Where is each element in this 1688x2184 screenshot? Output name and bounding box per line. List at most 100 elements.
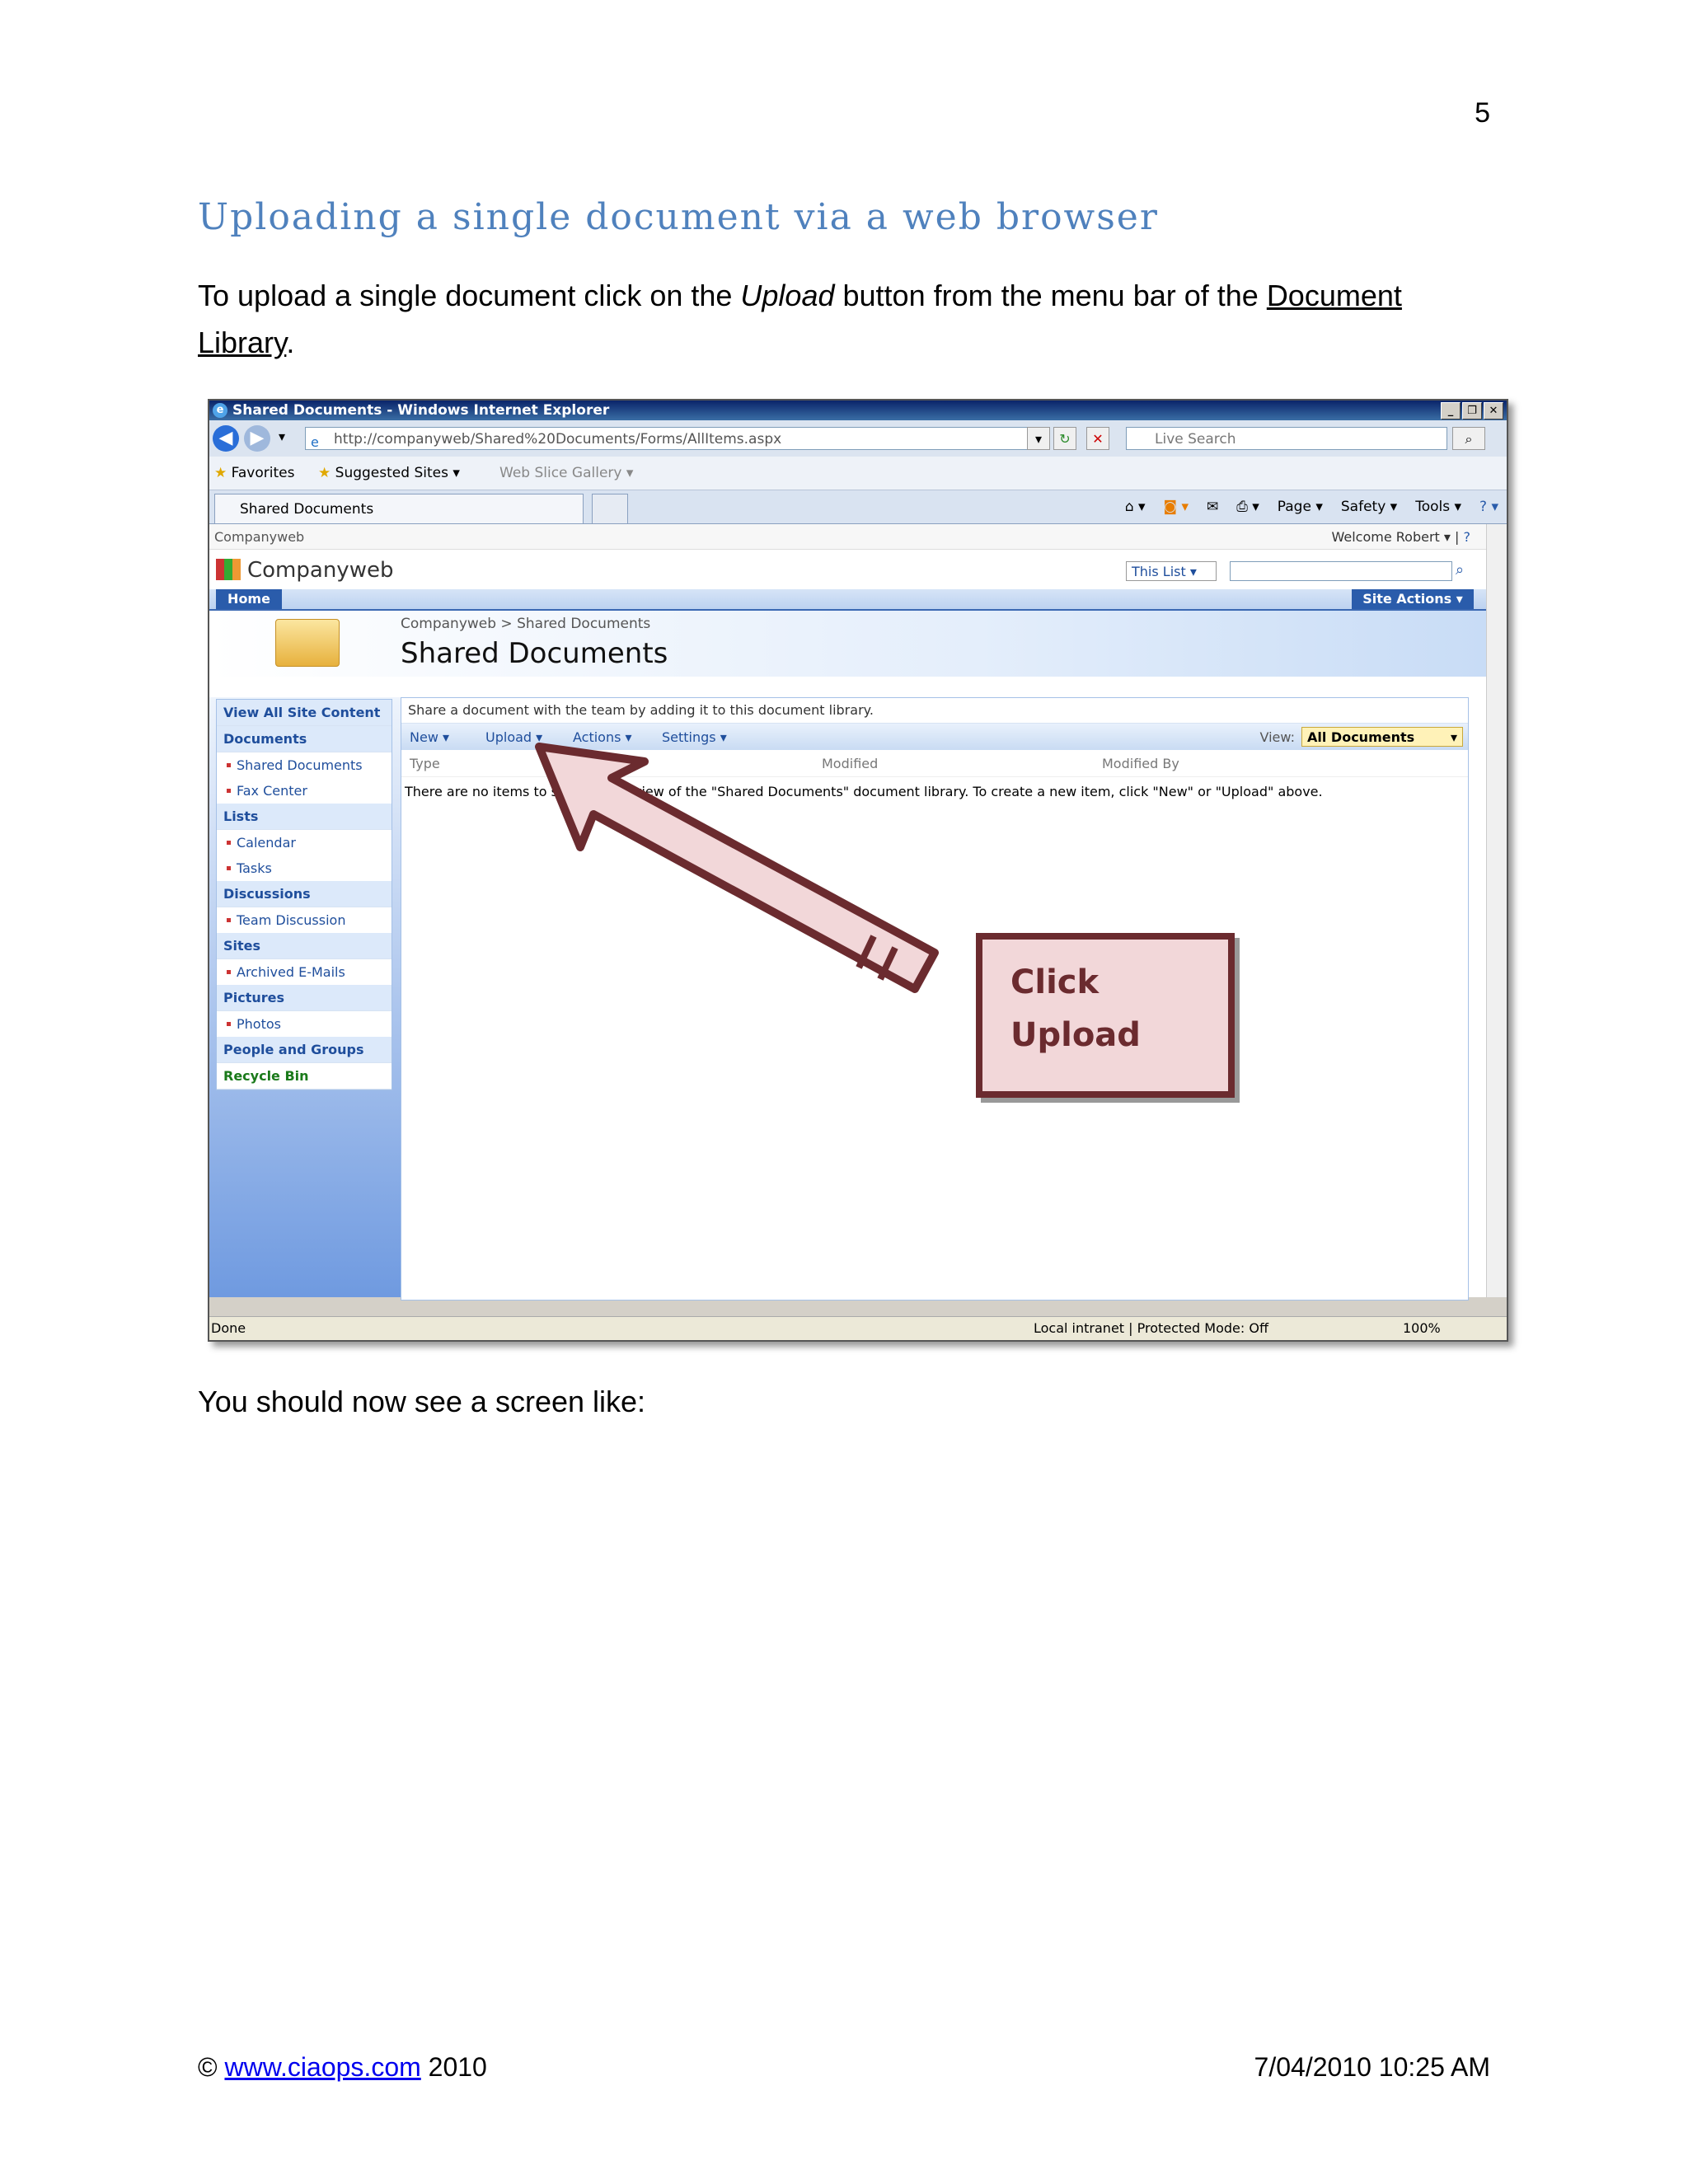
refresh-icon[interactable]: ↻: [1053, 427, 1076, 450]
quick-launch-item[interactable]: Fax Center: [217, 778, 392, 804]
mail-icon[interactable]: ✉: [1207, 499, 1218, 515]
favorites-label: Favorites: [231, 465, 295, 481]
col-type[interactable]: Type: [410, 756, 440, 771]
search-scope-select[interactable]: This List ▾: [1126, 561, 1217, 581]
page-title: Shared Documents: [401, 637, 668, 670]
intro-text-2: button from the menu bar of the: [834, 279, 1267, 312]
sp-help-icon[interactable]: ?: [1464, 529, 1471, 545]
safety-menu[interactable]: Safety ▾: [1341, 499, 1397, 515]
tab-shared-documents[interactable]: Shared Documents: [214, 494, 584, 523]
live-search-input[interactable]: Live Search: [1126, 427, 1447, 450]
sp-search-input[interactable]: [1230, 561, 1452, 581]
help-icon[interactable]: ? ▾: [1479, 499, 1498, 515]
favorites-bar: ★ Favorites ★ Suggested Sites ▾ Web Slic…: [209, 457, 1507, 490]
add-favorite-icon: ★: [318, 465, 331, 481]
command-bar: ⌂ ▾ ◙ ▾ ✉ ⎙ ▾ Page ▾ Safety ▾ Tools ▾ ? …: [1125, 499, 1498, 515]
zoom-level[interactable]: 100%: [1403, 1317, 1441, 1340]
search-icon[interactable]: ⌕: [1452, 427, 1485, 450]
restore-button[interactable]: ❐: [1462, 402, 1482, 419]
quick-launch-item[interactable]: Discussions: [217, 881, 392, 907]
quick-launch: View All Site Content Documents Shared Doc…: [216, 699, 392, 1090]
close-window-button[interactable]: ✕: [1484, 402, 1503, 419]
top-site-link[interactable]: Companyweb: [214, 529, 304, 545]
footer-year: 2010: [428, 2052, 487, 2082]
callout-text: Click Upload: [1010, 956, 1141, 1062]
section-heading: Uploading a single document via a web br…: [198, 196, 1159, 238]
sharepoint-page: Companyweb Welcome Robert ▾ | ? Companyw…: [209, 524, 1487, 1301]
feeds-icon[interactable]: ◙ ▾: [1164, 499, 1189, 515]
upload-menu[interactable]: Upload ▾: [485, 729, 542, 745]
address-row: ◀ ▶ ▾ e http://companyweb/Shared%20Docume…: [209, 420, 1507, 457]
quick-launch-item[interactable]: Calendar: [217, 830, 392, 855]
suggested-sites[interactable]: ★ Suggested Sites ▾: [318, 465, 460, 481]
col-modified[interactable]: Modified: [822, 756, 878, 771]
view-label: View:: [1259, 729, 1295, 745]
address-bar[interactable]: e http://companyweb/Shared%20Documents/Fo…: [305, 427, 1037, 450]
sp-header: Companyweb This List ▾ ⌕: [209, 550, 1487, 589]
callout-line-2: Upload: [1010, 1016, 1141, 1054]
footer-datetime: 7/04/2010 10:25 AM: [1254, 2052, 1490, 2082]
quick-launch-item[interactable]: Archived E-Mails: [217, 959, 392, 985]
callout-line-1: Click: [1010, 963, 1100, 1001]
upload-emphasis: Upload: [740, 279, 835, 312]
breadcrumb[interactable]: Companyweb > Shared Documents: [401, 616, 650, 632]
tools-menu[interactable]: Tools ▾: [1415, 499, 1461, 515]
tab-row: Shared Documents ⌂ ▾ ◙ ▾ ✉ ⎙ ▾ Page ▾ Sa…: [209, 490, 1507, 524]
footer-copyright: © www.ciaops.com 2010: [198, 2052, 487, 2083]
page-menu[interactable]: Page ▾: [1278, 499, 1323, 515]
top-nav: Home Site Actions ▾: [209, 589, 1487, 611]
new-tab-button[interactable]: [592, 494, 628, 523]
quick-launch-item[interactable]: Photos: [217, 1011, 392, 1037]
browser-screenshot: e Shared Documents - Windows Internet Ex…: [208, 399, 1508, 1342]
security-zone[interactable]: Local intranet | Protected Mode: Off: [1034, 1317, 1268, 1340]
settings-menu[interactable]: Settings ▾: [662, 729, 727, 745]
vertical-scrollbar[interactable]: [1486, 524, 1507, 1297]
status-bar: Done Local intranet | Protected Mode: Of…: [209, 1316, 1507, 1340]
sp-search-icon[interactable]: ⌕: [1456, 561, 1464, 579]
forward-icon[interactable]: ▶: [244, 425, 270, 452]
history-dropdown-icon[interactable]: ▾: [279, 429, 285, 444]
minimize-button[interactable]: _: [1441, 402, 1461, 419]
favorites-button[interactable]: ★ Favorites: [214, 465, 294, 481]
site-logo[interactable]: Companyweb: [216, 558, 393, 583]
sp-top-bar: Companyweb Welcome Robert ▾ | ?: [209, 524, 1487, 550]
library-description: Share a document with the team by adding…: [401, 698, 1468, 724]
quick-launch-item[interactable]: Tasks: [217, 855, 392, 881]
quick-launch-item[interactable]: Documents: [217, 726, 392, 752]
window-title: Shared Documents - Windows Internet Expl…: [232, 402, 610, 419]
stop-icon[interactable]: ✕: [1086, 427, 1109, 450]
library-folder-icon: [275, 619, 340, 667]
click-upload-callout: Click Upload: [976, 933, 1235, 1098]
print-icon[interactable]: ⎙ ▾: [1236, 499, 1259, 515]
home-tab[interactable]: Home: [216, 589, 282, 609]
footer-link[interactable]: www.ciaops.com: [224, 2052, 420, 2082]
intro-text-1: To upload a single document click on the: [198, 279, 741, 312]
welcome-menu[interactable]: Welcome Robert ▾ | ?: [1332, 529, 1471, 545]
suggested-sites-label: Suggested Sites ▾: [335, 465, 460, 481]
quick-launch-item[interactable]: Lists: [217, 804, 392, 830]
address-dropdown-icon[interactable]: ▾: [1027, 427, 1050, 450]
column-headers: Type Modified Modified By: [401, 750, 1468, 777]
col-modified-by[interactable]: Modified By: [1102, 756, 1179, 771]
back-icon[interactable]: ◀: [213, 425, 239, 452]
new-menu[interactable]: New ▾: [410, 729, 449, 745]
intro-paragraph: To upload a single document click on the…: [198, 272, 1500, 366]
ie-icon: e: [213, 403, 227, 418]
quick-launch-item[interactable]: People and Groups: [217, 1037, 392, 1063]
view-selector[interactable]: All Documents ▾: [1301, 727, 1463, 747]
status-done: Done: [211, 1320, 246, 1336]
copyright-symbol: ©: [198, 2052, 218, 2082]
site-actions-button[interactable]: Site Actions ▾: [1352, 589, 1474, 609]
web-slice-gallery[interactable]: Web Slice Gallery ▾: [499, 465, 633, 481]
quick-launch-item[interactable]: Sites: [217, 933, 392, 959]
quick-launch-item[interactable]: Shared Documents: [217, 752, 392, 778]
home-icon[interactable]: ⌂ ▾: [1125, 499, 1146, 515]
quick-launch-item[interactable]: View All Site Content: [217, 700, 392, 726]
quick-launch-item[interactable]: Pictures: [217, 985, 392, 1011]
actions-menu[interactable]: Actions ▾: [573, 729, 632, 745]
quick-launch-item[interactable]: Recycle Bin: [217, 1063, 392, 1090]
window-titlebar: e Shared Documents - Windows Internet Ex…: [209, 401, 1507, 420]
library-main: Share a document with the team by adding…: [401, 697, 1469, 1301]
window-controls: _ ❐ ✕: [1441, 402, 1503, 419]
quick-launch-item[interactable]: Team Discussion: [217, 907, 392, 933]
